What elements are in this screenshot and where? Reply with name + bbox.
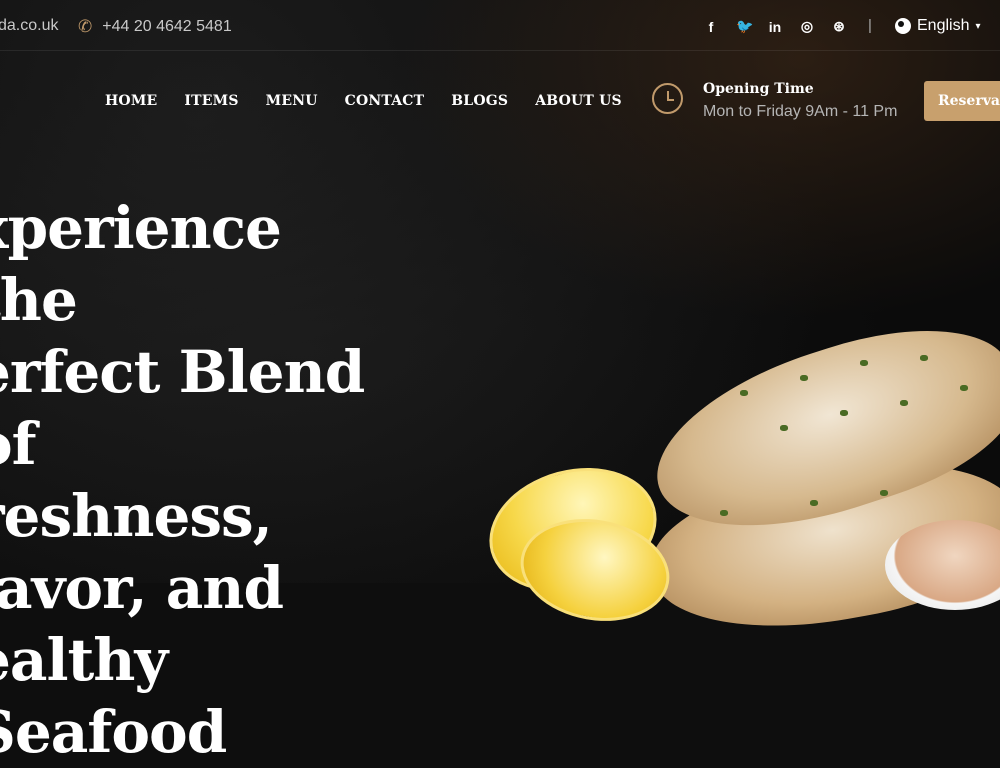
language-label: English	[917, 17, 970, 34]
herb-garnish	[900, 400, 908, 406]
nav-items[interactable]: ITEMS	[184, 93, 238, 109]
nav-about-us[interactable]: ABOUT US	[535, 93, 622, 109]
globe-icon	[895, 18, 911, 34]
linkedin-icon[interactable]: in	[768, 19, 782, 35]
seafood-image	[475, 296, 1000, 651]
top-phone[interactable]: ✆ +44 20 4642 5481	[78, 17, 232, 37]
clock-icon	[652, 83, 683, 114]
phone-number: +44 20 4642 5481	[102, 18, 232, 35]
herb-garnish	[740, 390, 748, 396]
language-selector[interactable]: English ▾	[895, 17, 981, 35]
top-bar: da.co.uk ✆ +44 20 4642 5481 f 🐦 in ◎ ⊛ |…	[0, 0, 1000, 51]
dribbble-icon[interactable]: ⊛	[832, 18, 846, 35]
herb-garnish	[960, 385, 968, 391]
chevron-down-icon: ▾	[975, 20, 981, 32]
social-links: f 🐦 in ◎ ⊛	[704, 18, 846, 35]
herb-garnish	[880, 490, 888, 496]
herb-garnish	[800, 375, 808, 381]
herb-garnish	[920, 355, 928, 361]
instagram-icon[interactable]: ◎	[800, 18, 814, 35]
facebook-icon[interactable]: f	[704, 19, 718, 35]
main-nav: HOME ITEMS MENU CONTACT BLOGS ABOUT US	[105, 93, 622, 109]
reservation-button[interactable]: Reservation	[924, 81, 1000, 121]
topbar-divider: |	[868, 17, 872, 34]
opening-hours: Mon to Friday 9Am - 11 Pm	[703, 103, 898, 120]
nav-menu[interactable]: MENU	[266, 93, 318, 109]
nav-contact[interactable]: CONTACT	[345, 93, 425, 109]
nav-home[interactable]: HOME	[105, 93, 157, 109]
herb-garnish	[810, 500, 818, 506]
opening-time-title: Opening Time	[703, 81, 814, 97]
herb-garnish	[860, 360, 868, 366]
phone-icon: ✆	[78, 17, 93, 36]
herb-garnish	[720, 510, 728, 516]
hero-title: xperience the erfect Blend of reshness, …	[0, 194, 365, 766]
twitter-icon[interactable]: 🐦	[736, 18, 753, 35]
top-email[interactable]: da.co.uk	[0, 17, 58, 35]
herb-garnish	[780, 425, 788, 431]
nav-blogs[interactable]: BLOGS	[451, 93, 508, 109]
herb-garnish	[840, 410, 848, 416]
